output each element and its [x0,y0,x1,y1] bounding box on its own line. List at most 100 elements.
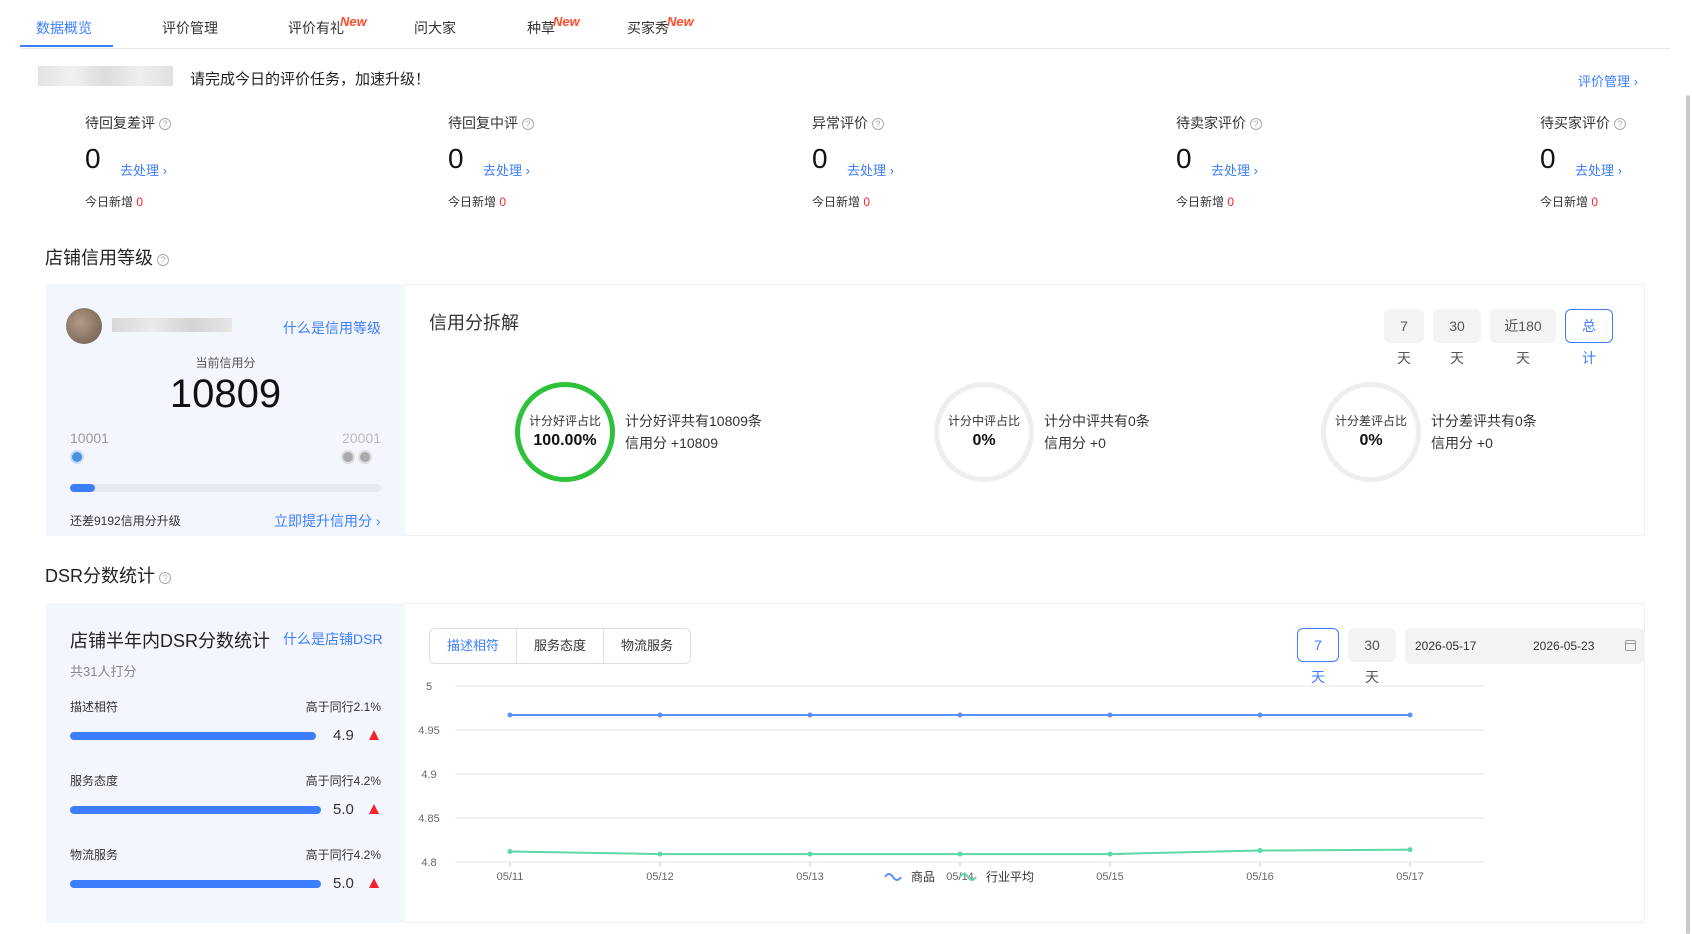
today-label: 今日新增 [85,195,134,209]
stat-pending-seller: 待卖家评价? 0 去处理 › 今日新增 0 [1176,113,1376,209]
what-is-dsr-link[interactable]: 什么是店铺DSR [283,629,383,649]
today-new: 今日新增 0 [1176,193,1234,210]
today-new: 今日新增 0 [812,193,870,210]
today-label: 今日新增 [812,195,861,209]
ring-label: 计分差评占比 [1334,414,1407,428]
process-link[interactable]: 去处理 › [847,160,894,179]
dsr-range-30d-button[interactable]: 30天 [1348,628,1396,685]
active-tab-indicator [20,45,113,47]
ring-value: 0% [1359,432,1383,449]
tab-seeding[interactable]: 种草 New [527,14,580,49]
ring-desc-line: 计分中评共有0条 [1044,413,1150,429]
neutral-review-desc: 计分中评共有0条 信用分 +0 [1044,410,1150,454]
today-new: 今日新增 0 [85,193,143,210]
help-icon[interactable]: ? [1250,118,1262,130]
range-180d-button[interactable]: 近180天 [1490,309,1556,366]
dsr-line-chart: 54.954.94.854.805/11 05/12 05/13 05/14 05/15… [418,681,1485,884]
tab-review-manage[interactable]: 评价管理 [162,18,218,49]
process-link[interactable]: 去处理 › [483,160,530,179]
today-value: 0 [1591,195,1599,209]
good-review-desc: 计分好评共有10809条 信用分 +10809 [625,410,762,454]
dsr-row-label: 服务态度 [70,774,119,788]
breakdown-title: 信用分拆解 [429,313,519,333]
today-value: 0 [136,195,144,209]
calendar-icon[interactable] [1625,640,1636,651]
data-point [657,851,663,857]
data-point [1107,851,1113,857]
today-new: 今日新增 0 [448,193,506,210]
today-label: 今日新增 [1176,195,1225,209]
stat-label: 待回复中评 [448,115,518,131]
level-max: 20001 [342,430,381,446]
tab-review-gift[interactable]: 评价有礼 New [288,14,367,49]
stat-value: 0 [85,143,101,174]
y-tick-label: 4.9 [421,769,436,781]
dsr-row-compare: 高于同行2.1% [305,700,381,714]
stat-pending-buyer: 待买家评价? 0 去处理 › 今日新增 0 [1540,113,1680,209]
help-icon[interactable]: ? [1614,118,1626,130]
ring-value: 0% [972,432,996,449]
x-tick-label: 05/15 [1096,871,1124,883]
date-range-picker[interactable]: 2026-05-17 2026-05-23 [1405,628,1645,664]
review-manage-link[interactable]: 评价管理 › [1578,71,1638,90]
x-tick-label: 05/13 [796,871,824,883]
good-review-ring: 计分好评占比 100.00% [515,382,615,482]
page-scrollbar[interactable] [1686,95,1690,934]
range-7d-button[interactable]: 7天 [1384,309,1424,366]
tab-ask-all[interactable]: 问大家 [414,18,456,49]
ring-value: 100.00% [533,432,597,449]
process-link[interactable]: 去处理 › [1575,160,1622,179]
stat-value: 0 [812,143,828,174]
x-tick-label: 05/12 [646,871,674,883]
credit-breakdown-card: 信用分拆解 7天 30天 近180天 总计 计分好评占比 100.00% 计分好… [405,284,1645,536]
process-link[interactable]: 去处理 › [1211,160,1258,179]
data-point [657,712,663,718]
process-link[interactable]: 去处理 › [120,160,167,179]
improve-credit-link[interactable]: 立即提升信用分 › [274,511,381,531]
metric-tab-description[interactable]: 描述相符 [430,629,518,663]
help-icon[interactable]: ? [872,118,884,130]
metric-tab-service[interactable]: 服务态度 [517,629,605,663]
tab-label: 买家秀 [627,20,669,36]
current-credit-label: 当前信用分 [195,356,256,370]
up-arrow-icon [369,804,379,814]
dsr-metric-tabs: 描述相符 服务态度 物流服务 [429,628,692,664]
help-icon[interactable]: ? [159,572,172,584]
what-is-credit-link[interactable]: 什么是信用等级 [283,318,381,338]
data-point [807,851,813,857]
dsr-trend-card: 描述相符 服务态度 物流服务 7天 30天 2026-05-17 2026-05… [405,603,1645,923]
ring-desc-line: 信用分 +10809 [625,435,718,451]
dsr-score-bar [70,880,321,888]
today-value: 0 [499,195,507,209]
current-credit-value: 10809 [169,372,282,416]
range-30d-button[interactable]: 30天 [1433,309,1481,366]
tab-label: 种草 [527,20,555,36]
ring-label: 计分好评占比 [528,414,601,428]
help-icon[interactable]: ? [157,254,169,266]
blurred-shop-name [112,318,232,332]
y-tick-label: 5 [426,681,432,693]
stat-label: 待买家评价 [1540,115,1610,131]
ring-desc-line: 信用分 +0 [1431,435,1493,451]
dsr-range-7d-button[interactable]: 7天 [1297,628,1339,685]
x-tick-label: 05/11 [497,871,524,883]
neutral-review-ring: 计分中评占比 0% [934,382,1034,482]
dsr-score-bar [70,806,321,814]
ring-desc-line: 信用分 +0 [1044,435,1106,451]
metric-tab-logistics[interactable]: 物流服务 [604,629,690,663]
help-icon[interactable]: ? [522,118,534,130]
stat-abnormal: 异常评价? 0 去处理 › 今日新增 0 [812,113,1012,209]
range-total-button[interactable]: 总计 [1565,309,1613,366]
stat-value: 0 [1540,143,1556,174]
rating-count: 共31人打分 [70,664,137,679]
help-icon[interactable]: ? [159,118,171,130]
dsr-score: 5.0 [333,875,354,892]
date-end[interactable]: 2026-05-23 [1533,639,1594,653]
stat-value: 0 [1176,143,1192,174]
dsr-score-bar [70,732,316,740]
today-label: 今日新增 [1540,195,1589,209]
date-start[interactable]: 2026-05-17 [1415,639,1476,653]
section-title-text: 店铺信用等级 [45,248,153,268]
stat-label: 待卖家评价 [1176,115,1246,131]
tab-buyer-show[interactable]: 买家秀 New [627,14,694,49]
